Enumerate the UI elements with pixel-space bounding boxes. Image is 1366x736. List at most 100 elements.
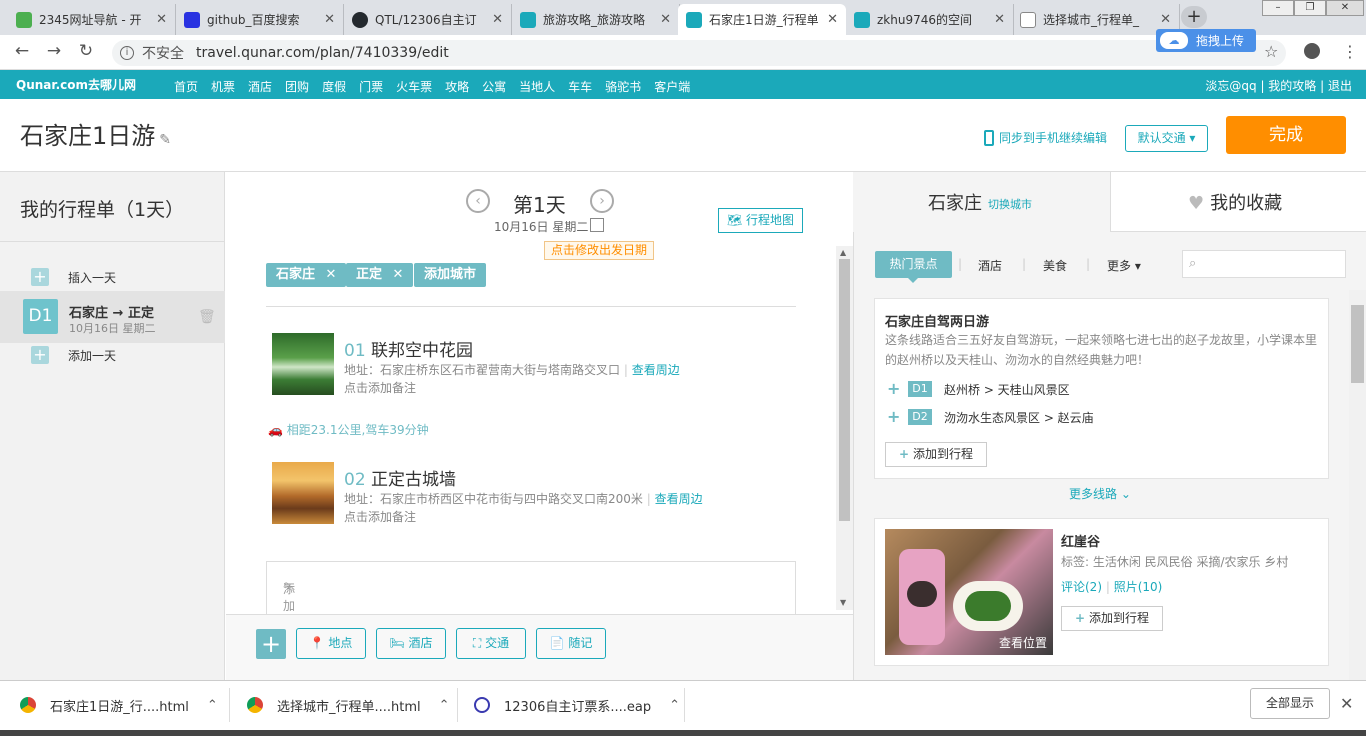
done-button[interactable]: 完成 [1226, 116, 1346, 154]
add-day-link[interactable]: 添加一天 [68, 347, 116, 364]
new-tab-button[interactable]: + [1181, 6, 1207, 28]
nav-link[interactable]: 机票 [211, 78, 235, 95]
add-notes-button[interactable]: 📄 随记 [536, 628, 606, 659]
nav-link[interactable]: 车车 [568, 78, 592, 95]
day-note-input[interactable]: ✎ 添加当日备注 [266, 561, 796, 681]
calendar-icon[interactable] [590, 218, 604, 232]
nav-link[interactable]: 门票 [359, 78, 383, 95]
filter-more[interactable]: 更多 ▾ [1107, 257, 1141, 274]
add-to-trip-button[interactable]: + 添加到行程 [885, 442, 987, 467]
add-hotel-button[interactable]: 🛏 酒店 [376, 628, 446, 659]
download-item[interactable]: 石家庄1日游_行....html ⌃ [20, 690, 218, 720]
plus-icon[interactable]: + [31, 268, 49, 286]
plus-icon[interactable]: + [887, 379, 900, 398]
plus-icon[interactable]: + [887, 407, 900, 426]
favorites-label[interactable]: ♥ 我的收藏 [1188, 189, 1282, 215]
view-nearby-link[interactable]: 查看周边 [655, 492, 703, 506]
menu-icon[interactable]: ⋮ [1342, 42, 1358, 61]
add-item-plus-button[interactable]: + [256, 629, 286, 659]
maximize-button[interactable]: ❐ [1294, 0, 1326, 16]
info-icon[interactable]: i [120, 46, 134, 60]
view-nearby-link[interactable]: 查看周边 [632, 363, 680, 377]
filter-hotel[interactable]: 酒店 [978, 257, 1002, 274]
nav-link[interactable]: 公寓 [482, 78, 506, 95]
my-guides-link[interactable]: 我的攻略 [1268, 79, 1316, 93]
close-tab-icon[interactable]: ✕ [994, 12, 1005, 27]
add-to-trip-button[interactable]: + 添加到行程 [1061, 606, 1163, 631]
scrollbar-thumb[interactable] [1351, 305, 1364, 383]
nav-link[interactable]: 酒店 [248, 78, 272, 95]
remove-city-icon[interactable]: ✕ [326, 267, 337, 282]
add-traffic-button[interactable]: ⛶ 交通 [456, 628, 526, 659]
browser-tab[interactable]: 旅游攻略_旅游攻略 ✕ [512, 4, 680, 35]
chevron-up-icon[interactable]: ⌃ [439, 698, 450, 713]
spot-photo[interactable]: 查看位置 [885, 529, 1053, 655]
switch-city-link[interactable]: 切换城市 [988, 196, 1032, 212]
logout-link[interactable]: 退出 [1328, 79, 1352, 93]
nav-link[interactable]: 骆驼书 [605, 78, 641, 95]
browser-tab[interactable]: 选择城市_行程单_ ✕ [1012, 4, 1180, 35]
chevron-up-icon[interactable]: ⌃ [207, 698, 218, 713]
nav-link[interactable]: 团购 [285, 78, 309, 95]
scroll-down-icon[interactable]: ▼ [840, 598, 846, 607]
search-input[interactable]: ⌕ [1182, 250, 1346, 278]
view-location-link[interactable]: 查看位置 [999, 634, 1047, 651]
spot-name[interactable]: 红崖谷 [1061, 531, 1100, 550]
profile-icon[interactable] [1304, 43, 1320, 59]
close-icon[interactable]: ✕ [1340, 694, 1353, 713]
add-place-button[interactable]: 📍 地点 [296, 628, 366, 659]
poi-image[interactable] [272, 462, 334, 524]
download-item[interactable]: 12306自主订票系....eap ⌃ [474, 690, 680, 720]
insert-day-link[interactable]: 插入一天 [68, 269, 116, 286]
trash-icon[interactable]: 🗑 [198, 309, 216, 325]
remove-city-icon[interactable]: ✕ [393, 267, 404, 282]
reload-icon[interactable]: ↻ [76, 41, 96, 61]
reviews-link[interactable]: 评论(2) [1061, 580, 1102, 594]
poi-name[interactable]: 01 联邦空中花园 [344, 336, 473, 361]
close-tab-icon[interactable]: ✕ [827, 12, 838, 27]
url-text[interactable]: travel.qunar.com/plan/7410339/edit [196, 45, 449, 61]
back-icon[interactable]: ← [12, 41, 32, 61]
nav-link[interactable]: 度假 [322, 78, 346, 95]
add-city-button[interactable]: 添加城市 [414, 263, 487, 287]
sync-to-phone-link[interactable]: 同步到手机继续编辑 [984, 129, 1107, 146]
close-tab-icon[interactable]: ✕ [156, 12, 167, 27]
scrollbar-thumb[interactable] [839, 259, 850, 521]
photos-link[interactable]: 照片(10) [1114, 580, 1163, 594]
close-tab-icon[interactable]: ✕ [660, 12, 671, 27]
download-item[interactable]: 选择城市_行程单....html ⌃ [247, 690, 450, 720]
minimize-button[interactable]: – [1262, 0, 1294, 16]
next-day-icon[interactable]: › [590, 189, 614, 213]
poi-name[interactable]: 02 正定古城墙 [344, 465, 456, 490]
show-all-button[interactable]: 全部显示 [1250, 688, 1330, 719]
close-tab-icon[interactable]: ✕ [492, 12, 503, 27]
route-title[interactable]: 石家庄自驾两日游 [885, 311, 989, 330]
browser-tab[interactable]: QTL/12306自主订 ✕ [344, 4, 512, 35]
close-window-button[interactable]: ✕ [1326, 0, 1364, 16]
add-note-link[interactable]: 点击添加备注 [344, 379, 416, 396]
scroll-up-icon[interactable]: ▲ [840, 248, 846, 257]
chevron-up-icon[interactable]: ⌃ [669, 698, 680, 713]
nav-link[interactable]: 火车票 [396, 78, 432, 95]
close-tab-icon[interactable]: ✕ [1160, 12, 1171, 27]
browser-tab[interactable]: 2345网址导航 - 开 ✕ [8, 4, 176, 35]
edit-pencil-icon[interactable]: ✎ [159, 132, 171, 148]
browser-tab-active[interactable]: 石家庄1日游_行程单 ✕ [678, 4, 846, 35]
prev-day-icon[interactable]: ‹ [466, 189, 490, 213]
close-tab-icon[interactable]: ✕ [324, 12, 335, 27]
add-note-link[interactable]: 点击添加备注 [344, 508, 416, 525]
nav-link[interactable]: 首页 [174, 78, 198, 95]
nav-link[interactable]: 攻略 [445, 78, 469, 95]
username-link[interactable]: 淡忘@qq [1205, 79, 1256, 93]
more-routes-link[interactable]: 更多线路 ⌄ [1069, 485, 1131, 502]
plus-icon[interactable]: + [31, 346, 49, 364]
nav-link[interactable]: 客户端 [654, 78, 690, 95]
filter-hot-spots[interactable]: 热门景点 [875, 251, 952, 278]
change-date-tooltip[interactable]: 点击修改出发日期 [544, 241, 654, 260]
bookmark-star-icon[interactable]: ☆ [1264, 42, 1278, 61]
nav-link[interactable]: 当地人 [519, 78, 555, 95]
trip-map-button[interactable]: 🗺 行程地图 [718, 208, 803, 233]
qunar-logo[interactable]: Qunar.com去哪儿网 [16, 76, 136, 93]
upload-widget[interactable]: ☁ 拖拽上传 [1156, 29, 1256, 52]
forward-icon[interactable]: → [44, 41, 64, 61]
